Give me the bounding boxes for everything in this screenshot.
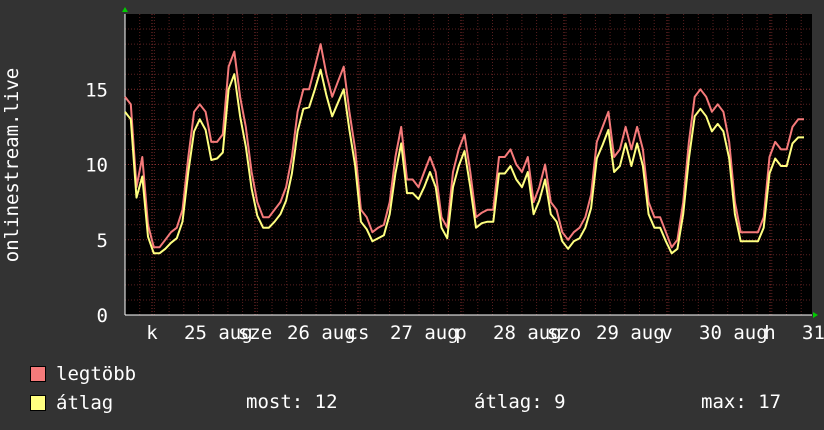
x-tick-date-label: 26 aug [287, 322, 356, 344]
y-tick-label: 10 [85, 155, 108, 177]
x-tick-day-label: sze [238, 322, 272, 344]
y-tick-label: 15 [85, 79, 108, 101]
stat-avg: átlag: 9 [474, 391, 566, 413]
x-tick-day-label: v [661, 322, 672, 344]
x-tick-date-label: 30 aug [699, 322, 768, 344]
stat-now: most: 12 [246, 391, 338, 413]
stat-max: max: 17 [701, 391, 781, 413]
legend-swatch-avg [30, 395, 46, 411]
y-tick-label: 0 [97, 305, 108, 327]
x-tick-date-label: 27 aug [390, 322, 459, 344]
x-tick-date-label: 31 aug [802, 322, 824, 344]
stat-max-label: max: [701, 391, 747, 413]
stat-avg-label: átlag: [474, 391, 543, 413]
y-axis-label: onlinestream.live [1, 68, 23, 262]
x-tick-day-label: p [455, 322, 466, 344]
x-tick-day-label: cs [347, 322, 370, 344]
x-tick-date-label: 29 aug [596, 322, 665, 344]
legend-item-max: legtöbb [30, 362, 136, 386]
legend-item-avg: átlag [30, 391, 113, 415]
y-axis-arrow [122, 7, 128, 12]
legend-swatch-max [30, 366, 46, 382]
stat-avg-value: 9 [554, 391, 566, 413]
stat-max-value: 17 [758, 391, 782, 413]
x-tick-day-label: k [146, 322, 158, 344]
legend-label-avg: átlag [56, 392, 114, 414]
x-tick-day-label: szo [547, 322, 581, 344]
y-tick-label: 5 [97, 230, 108, 252]
x-tick-day-label: h [764, 322, 775, 344]
stat-now-value: 12 [314, 391, 338, 413]
x-axis-arrow [813, 312, 818, 318]
stat-now-label: most: [246, 391, 304, 413]
legend-label-max: legtöbb [56, 363, 137, 385]
